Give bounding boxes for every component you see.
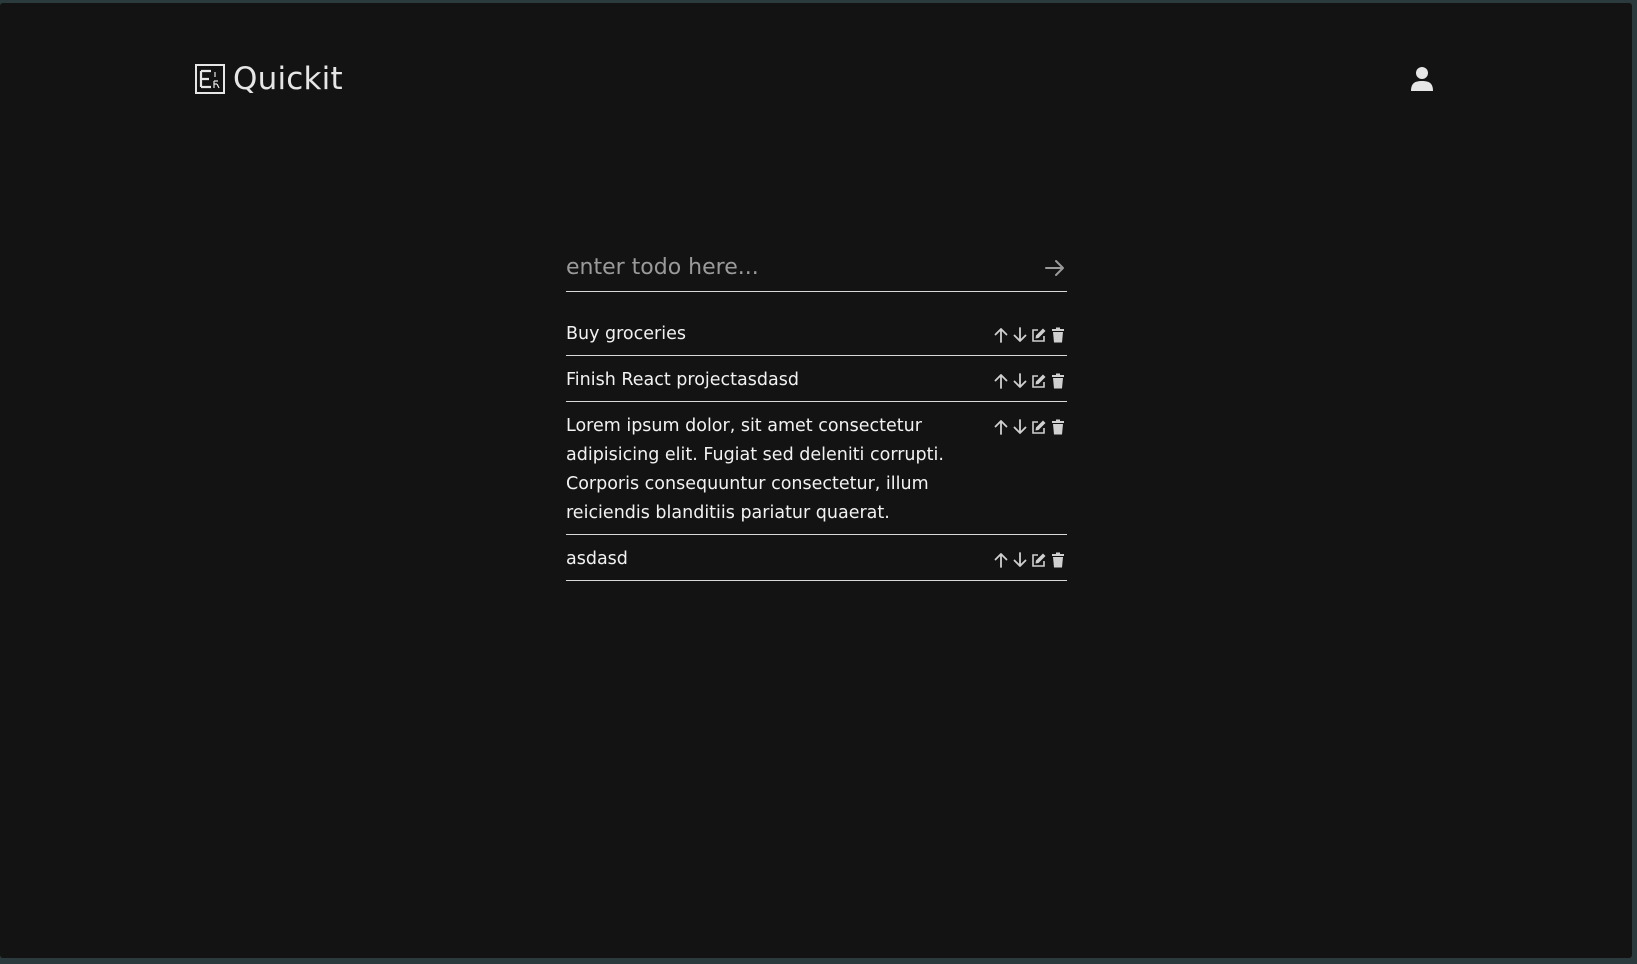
arrow-up-icon bbox=[994, 374, 1008, 389]
arrow-up-icon bbox=[994, 328, 1008, 343]
todo-item: asdasd bbox=[566, 535, 1067, 581]
move-up-button[interactable] bbox=[992, 326, 1010, 344]
todo-item: Finish React projectasdasd bbox=[566, 356, 1067, 402]
submit-button[interactable] bbox=[1043, 256, 1067, 280]
todo-item: Lorem ipsum dolor, sit amet consectetur … bbox=[566, 402, 1067, 535]
move-up-button[interactable] bbox=[992, 372, 1010, 390]
edit-icon bbox=[1032, 420, 1046, 434]
move-down-button[interactable] bbox=[1011, 372, 1029, 390]
delete-button[interactable] bbox=[1049, 418, 1067, 436]
move-down-button[interactable] bbox=[1011, 418, 1029, 436]
arrow-right-icon bbox=[1045, 259, 1064, 276]
trash-icon bbox=[1052, 327, 1064, 343]
arrow-up-icon bbox=[994, 553, 1008, 568]
todo-item: Buy groceries bbox=[566, 310, 1067, 356]
edit-icon bbox=[1032, 328, 1046, 342]
app-name: Quickit bbox=[233, 61, 343, 97]
logo-icon bbox=[195, 64, 225, 94]
edit-icon bbox=[1032, 374, 1046, 388]
trash-icon bbox=[1052, 552, 1064, 568]
todo-actions bbox=[992, 412, 1067, 436]
delete-button[interactable] bbox=[1049, 326, 1067, 344]
edit-icon bbox=[1032, 553, 1046, 567]
move-up-button[interactable] bbox=[992, 418, 1010, 436]
todo-text: Finish React projectasdasd bbox=[566, 370, 799, 390]
user-icon bbox=[1411, 67, 1433, 91]
brand[interactable]: Quickit bbox=[195, 59, 343, 99]
arrow-up-icon bbox=[994, 420, 1008, 435]
todo-text: Buy groceries bbox=[566, 324, 686, 344]
todo-actions bbox=[992, 545, 1067, 569]
edit-button[interactable] bbox=[1030, 551, 1048, 569]
profile-button[interactable] bbox=[1407, 64, 1437, 94]
header: Quickit bbox=[195, 59, 1437, 99]
edit-button[interactable] bbox=[1030, 372, 1048, 390]
todo-list: Buy groceries Finish React projectasdasd… bbox=[566, 310, 1067, 581]
move-up-button[interactable] bbox=[992, 551, 1010, 569]
edit-button[interactable] bbox=[1030, 326, 1048, 344]
todo-input[interactable] bbox=[566, 247, 1043, 288]
todo-actions bbox=[992, 366, 1067, 390]
todo-input-row bbox=[566, 244, 1067, 292]
move-down-button[interactable] bbox=[1011, 326, 1029, 344]
arrow-down-icon bbox=[1013, 327, 1027, 342]
todo-text: asdasd bbox=[566, 549, 628, 569]
todo-actions bbox=[992, 320, 1067, 344]
app-window: Quickit Buy groceries bbox=[0, 3, 1632, 958]
todo-text: Lorem ipsum dolor, sit amet consectetur … bbox=[566, 416, 944, 523]
move-down-button[interactable] bbox=[1011, 551, 1029, 569]
edit-button[interactable] bbox=[1030, 418, 1048, 436]
delete-button[interactable] bbox=[1049, 372, 1067, 390]
todo-panel: Buy groceries bbox=[566, 244, 1067, 581]
delete-button[interactable] bbox=[1049, 551, 1067, 569]
arrow-down-icon bbox=[1013, 373, 1027, 388]
trash-icon bbox=[1052, 419, 1064, 435]
arrow-down-icon bbox=[1013, 419, 1027, 434]
arrow-down-icon bbox=[1013, 552, 1027, 567]
trash-icon bbox=[1052, 373, 1064, 389]
